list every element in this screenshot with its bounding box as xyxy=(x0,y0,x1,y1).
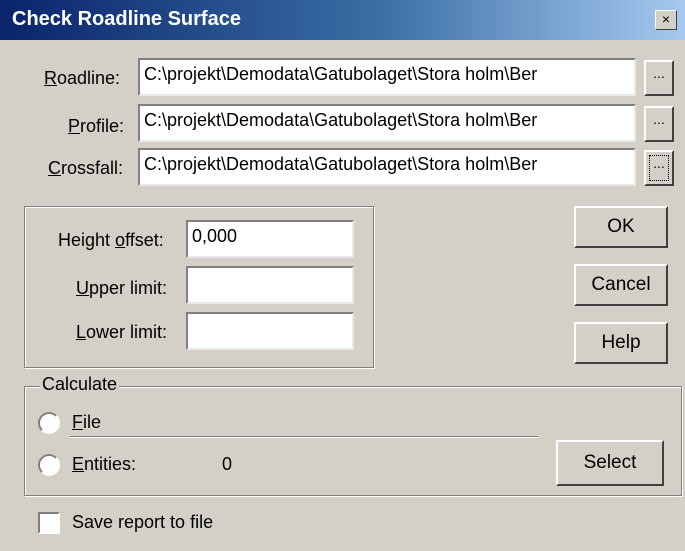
calculate-group-title: Calculate xyxy=(40,374,120,395)
entities-radio[interactable] xyxy=(38,454,60,476)
crossfall-label: Crossfall: xyxy=(48,158,124,178)
separator-line xyxy=(70,436,538,438)
entities-radio-label: Entities: xyxy=(72,454,137,474)
select-button[interactable]: Select xyxy=(556,440,664,486)
height-offset-label: Height offset: xyxy=(58,230,164,250)
help-button[interactable]: Help xyxy=(574,322,668,364)
cancel-button[interactable]: Cancel xyxy=(574,264,668,306)
crossfall-path-field[interactable]: C:\projekt\Demodata\Gatubolaget\Stora ho… xyxy=(138,148,636,186)
roadline-browse-button[interactable]: ... xyxy=(644,60,674,96)
dialog-title: Check Roadline Surface xyxy=(12,8,241,30)
check-roadline-surface-dialog: Check Roadline Surface × Roadline: C:\pr… xyxy=(0,0,685,551)
file-radio[interactable] xyxy=(38,412,60,434)
upper-limit-label: Upper limit: xyxy=(76,278,168,298)
save-report-checkbox[interactable] xyxy=(38,512,60,534)
file-radio-label: File xyxy=(72,412,102,432)
profile-label: Profile: xyxy=(68,116,125,136)
close-button[interactable]: × xyxy=(655,10,677,30)
save-report-label: Save report to file xyxy=(72,512,214,532)
roadline-label: Roadline: xyxy=(44,68,121,88)
upper-limit-field[interactable] xyxy=(186,266,354,304)
crossfall-browse-button[interactable]: ... xyxy=(644,150,674,186)
profile-path-field[interactable]: C:\projekt\Demodata\Gatubolaget\Stora ho… xyxy=(138,104,636,142)
entities-count: 0 xyxy=(222,454,233,474)
title-bar: Check Roadline Surface × xyxy=(0,0,685,40)
profile-browse-button[interactable]: ... xyxy=(644,106,674,142)
roadline-path-field[interactable]: C:\projekt\Demodata\Gatubolaget\Stora ho… xyxy=(138,58,636,96)
lower-limit-field[interactable] xyxy=(186,312,354,350)
height-offset-field[interactable]: 0,000 xyxy=(186,220,354,258)
lower-limit-label: Lower limit: xyxy=(76,322,168,342)
ok-button[interactable]: OK xyxy=(574,206,668,248)
